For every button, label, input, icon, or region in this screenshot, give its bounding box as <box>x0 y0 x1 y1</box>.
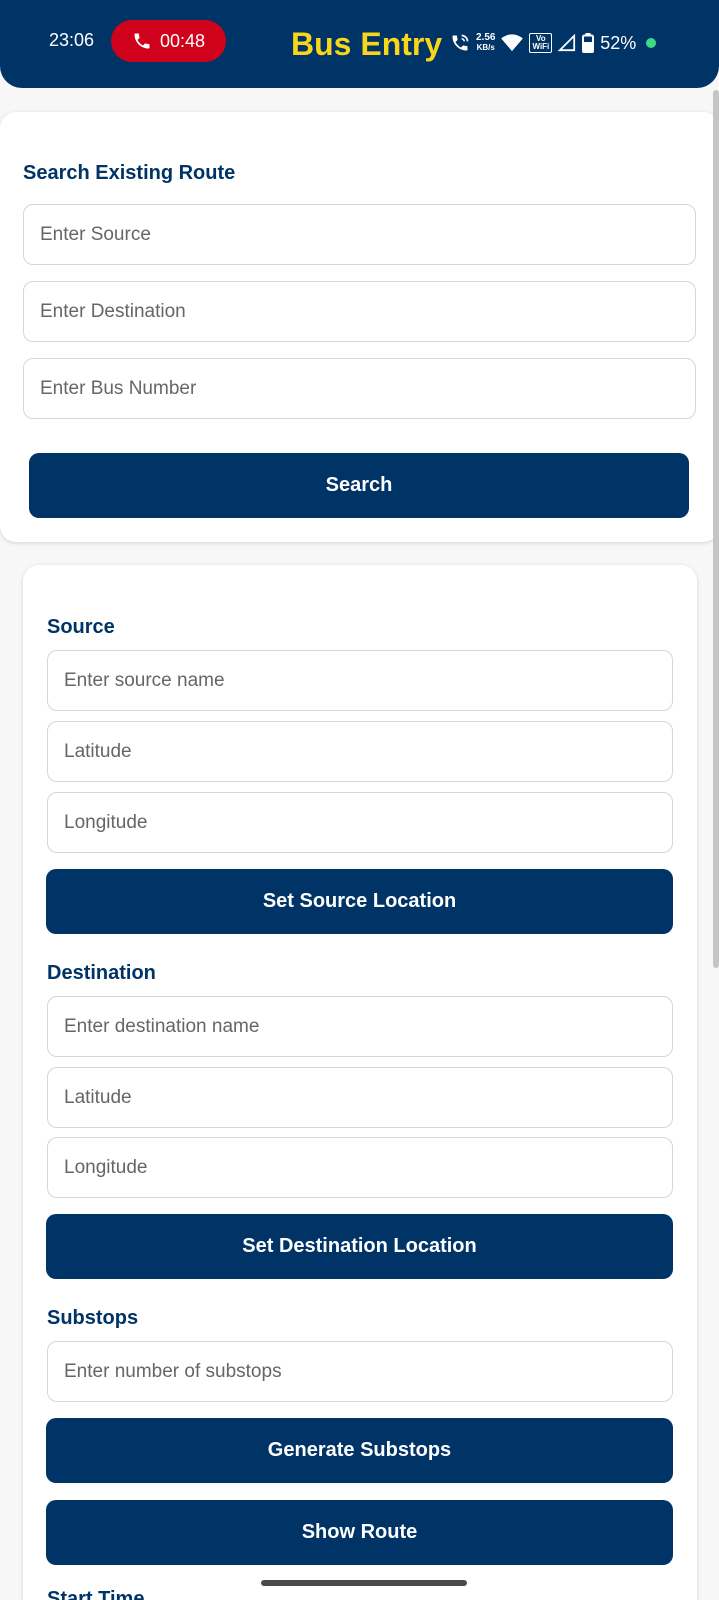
search-route-card: Search Existing Route Search <box>0 112 719 542</box>
source-name-input[interactable] <box>47 650 673 711</box>
cell-signal-icon <box>558 34 576 52</box>
phone-icon <box>134 33 150 49</box>
search-source-input[interactable] <box>23 204 696 265</box>
destination-name-input[interactable] <box>47 996 673 1057</box>
generate-substops-button[interactable]: Generate Substops <box>46 1418 673 1483</box>
substops-count-input[interactable] <box>47 1341 673 1402</box>
ongoing-call-chip[interactable]: 00:48 <box>111 20 226 62</box>
source-heading: Source <box>47 616 115 638</box>
set-source-location-button[interactable]: Set Source Location <box>46 869 673 934</box>
wifi-icon <box>501 34 524 52</box>
source-latitude-input[interactable] <box>47 721 673 782</box>
destination-longitude-input[interactable] <box>47 1137 673 1198</box>
search-destination-input[interactable] <box>23 281 696 342</box>
battery-icon <box>582 33 595 53</box>
battery-percent: 52% <box>600 32 637 53</box>
destination-heading: Destination <box>47 962 156 984</box>
privacy-indicator-dot <box>646 38 657 48</box>
call-timer: 00:48 <box>159 30 206 51</box>
route-entry-card: Source Set Source Location Destination S… <box>23 565 697 1600</box>
status-icons: 2.56 KB/s Vo WiFi 52% <box>450 28 657 58</box>
network-speed: 2.56 KB/s <box>476 32 496 53</box>
page-title: Bus Entry <box>291 26 443 62</box>
search-button[interactable]: Search <box>29 453 689 518</box>
destination-latitude-input[interactable] <box>47 1067 673 1128</box>
home-indicator[interactable] <box>261 1580 467 1586</box>
wifi-calling-icon <box>452 34 469 51</box>
scrollbar[interactable] <box>713 90 719 968</box>
source-longitude-input[interactable] <box>47 792 673 853</box>
start-time-heading: Start Time <box>47 1588 145 1600</box>
set-destination-location-button[interactable]: Set Destination Location <box>46 1214 673 1279</box>
substops-heading: Substops <box>47 1307 139 1329</box>
search-bus-number-input[interactable] <box>23 358 696 419</box>
show-route-button[interactable]: Show Route <box>46 1500 673 1565</box>
search-heading: Search Existing Route <box>23 162 236 184</box>
status-time: 23:06 <box>49 30 95 50</box>
app-header: 23:06 00:48 Bus Entry 2.56 KB/s Vo WiFi <box>0 0 719 88</box>
vowifi-icon: Vo WiFi <box>529 33 553 53</box>
